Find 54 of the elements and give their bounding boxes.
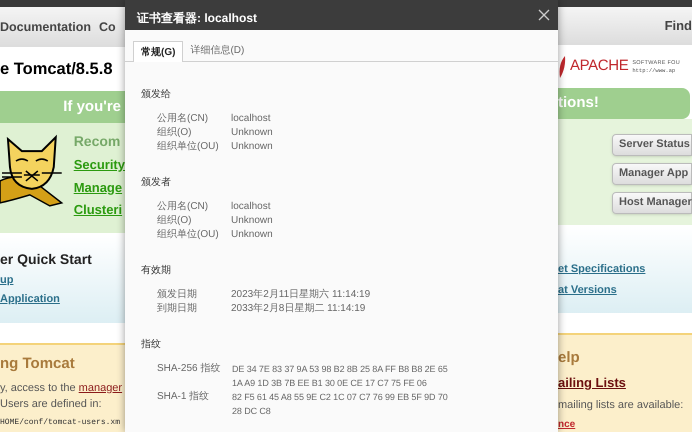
nav-link[interactable]: Co [98,18,116,36]
nav-link[interactable]: Documentation [0,18,91,36]
help-text: mailing lists are available: [558,398,684,412]
field-value: 2023年2月11日星期六 11:14:19 [231,288,370,302]
mailing-lists-link[interactable]: ailing Lists [558,373,692,392]
apache-logo-text: APACHE [570,56,628,76]
announce-link[interactable]: nce [558,417,692,432]
quick-start-link[interactable]: Application [0,290,125,307]
tab[interactable]: 详细信息(D) [183,40,252,61]
banner-text: tions! [558,92,599,113]
banner-text: If you're [63,96,121,117]
field-label: 到期日期 [157,302,198,316]
dialog-title: 证书查看器: localhost [137,10,258,27]
section-heading: 颁发给 [141,88,172,102]
recommended-heading: Recom [74,132,122,151]
field-value: Unknown [231,214,273,228]
feather-icon [558,56,566,78]
quick-start-link[interactable]: et Specifications [558,261,692,278]
field-label: 公用名(CN) [157,200,210,214]
field-label: 组织单位(OU) [157,228,220,242]
quick-start-heading: er Quick Start [0,250,93,269]
section-heading: 有效期 [141,264,172,278]
manager-button[interactable]: Server Status [612,134,692,156]
code-path: HOME/conf/tomcat-users.xm [0,416,122,428]
field-label: SHA-256 指纹 [157,362,222,376]
managing-heading: ng Tomcat [0,354,76,374]
field-value: 2033年2月8日星期二 11:14:19 [231,302,366,316]
quick-start-link[interactable]: at Versions [558,282,692,298]
tab[interactable]: 常规(G) [133,41,184,62]
managing-text: Users are defined in: [0,397,102,412]
manager-button[interactable]: Manager App [612,162,692,185]
field-label: 组织单位(OU) [157,140,220,154]
field-label: 公用名(CN) [157,112,210,126]
nav-link[interactable]: Find [664,16,692,36]
field-value: localhost [231,200,270,214]
field-label: 组织(O) [157,214,192,228]
section-heading: 颁发者 [141,176,172,190]
manager-link[interactable]: manager [78,382,122,394]
field-label: 组织(O) [157,126,192,140]
quick-start-link[interactable]: up [0,272,125,288]
managing-text: y, access to the manager [0,380,124,396]
section-heading: 指纹 [141,338,162,352]
field-value: DE 34 7E 83 37 9A 53 98 B2 8B 25 8A FF B8 B8 2E 65 1A A9 1D 3B 7B EE B1 30 0E CE 17 C7 75 FE 06 [232,363,449,390]
field-value: Unknown [231,228,273,242]
close-icon[interactable] [538,9,550,21]
field-value: Unknown [231,126,273,140]
field-value: localhost [231,112,270,126]
help-heading: elp [558,348,581,368]
field-value: 82 F5 61 45 A8 55 9E C2 1C 07 C7 76 99 EB 5F 9D 70 28 DC C8 [232,391,449,418]
field-value: Unknown [231,140,273,154]
page-heading: e Tomcat/8.5.8 [0,58,112,80]
manager-button[interactable]: Host Manager [612,192,692,214]
field-label: 颁发日期 [157,288,198,302]
field-label: SHA-1 指纹 [157,390,210,404]
